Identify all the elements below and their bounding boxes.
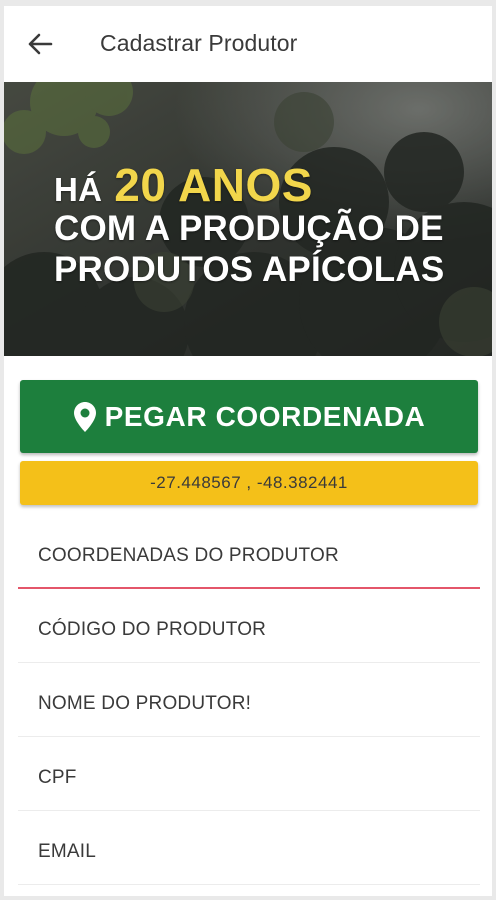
arrow-left-icon bbox=[28, 33, 53, 55]
producer-name-label: NOME DO PRODUTOR! bbox=[38, 693, 252, 714]
producer-code-field[interactable]: CÓDIGO DO PRODUTOR bbox=[18, 589, 480, 663]
hero-line-3: PRODUTOS APÍCOLAS bbox=[54, 250, 445, 289]
device-frame: Cadastrar Produtor HÁ 20 ANOS COM A PROD… bbox=[0, 0, 496, 900]
hero-line-2: COM A PRODUÇÃO DE bbox=[54, 209, 444, 248]
get-coordinate-button[interactable]: PEGAR COORDENADA bbox=[20, 380, 478, 453]
back-button[interactable] bbox=[22, 28, 58, 60]
hero-banner: HÁ 20 ANOS COM A PRODUÇÃO DE PRODUTOS AP… bbox=[4, 82, 492, 356]
cpf-label: CPF bbox=[38, 767, 77, 788]
top-app-bar: Cadastrar Produtor bbox=[4, 6, 492, 82]
get-coordinate-label: PEGAR COORDENADA bbox=[104, 400, 426, 432]
producer-code-label: CÓDIGO DO PRODUTOR bbox=[38, 619, 267, 640]
email-label: EMAIL bbox=[38, 841, 97, 862]
app-screen: Cadastrar Produtor HÁ 20 ANOS COM A PROD… bbox=[4, 6, 492, 896]
coordinate-value: -27.448567 , -48.382441 bbox=[20, 461, 478, 505]
map-pin-icon bbox=[73, 401, 97, 433]
hero-prefix: HÁ bbox=[54, 171, 103, 208]
hero-line-1: HÁ 20 ANOS bbox=[54, 158, 444, 211]
hero-headline: HÁ 20 ANOS COM A PRODUÇÃO DE PRODUTOS AP… bbox=[54, 158, 444, 290]
producer-name-field[interactable]: NOME DO PRODUTOR! bbox=[18, 663, 480, 737]
email-field[interactable]: EMAIL bbox=[18, 811, 480, 885]
producer-coordinates-field[interactable]: COORDENADAS DO PRODUTOR bbox=[18, 515, 480, 589]
page-title: Cadastrar Produtor bbox=[100, 30, 298, 56]
producer-coordinates-label: COORDENADAS DO PRODUTOR bbox=[38, 545, 339, 566]
hero-highlight: 20 ANOS bbox=[114, 159, 313, 211]
cpf-field[interactable]: CPF bbox=[18, 737, 480, 811]
